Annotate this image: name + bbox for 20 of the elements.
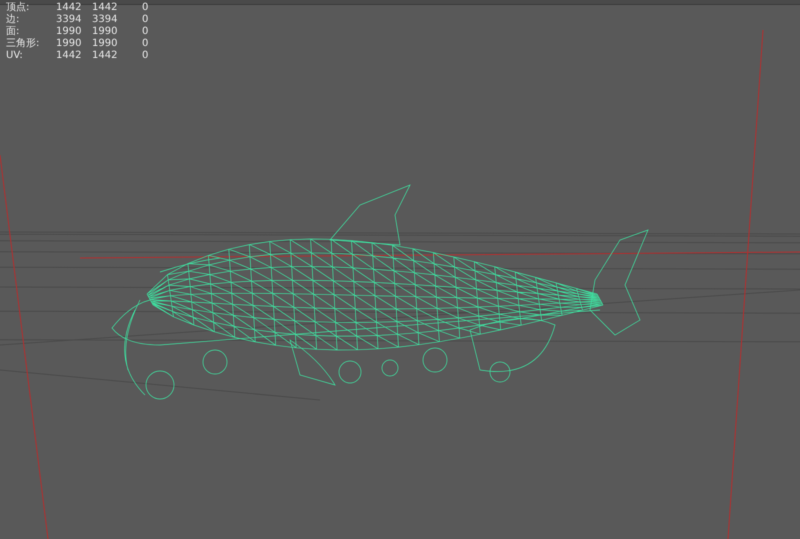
stat-value: 0 bbox=[142, 14, 150, 25]
stat-value: 1442 bbox=[56, 2, 82, 13]
stat-label: UV: bbox=[6, 50, 24, 61]
stat-value: 1442 bbox=[92, 50, 118, 61]
stat-label: 面: bbox=[6, 26, 20, 37]
stat-value: 0 bbox=[142, 50, 150, 61]
stat-value: 1990 bbox=[92, 26, 118, 37]
stat-label: 顶点: bbox=[6, 2, 30, 13]
stat-value: 3394 bbox=[56, 14, 82, 25]
stat-value: 0 bbox=[142, 2, 150, 13]
stat-value: 1990 bbox=[56, 26, 82, 37]
stat-label: 三角形: bbox=[6, 38, 40, 49]
stat-value: 1442 bbox=[56, 50, 82, 61]
stat-label: 边: bbox=[6, 14, 20, 25]
stat-value: 0 bbox=[142, 38, 150, 49]
stat-value: 1442 bbox=[92, 2, 118, 13]
stat-value: 0 bbox=[142, 26, 150, 37]
stat-value: 1990 bbox=[92, 38, 118, 49]
stat-value: 3394 bbox=[92, 14, 118, 25]
stat-value: 1990 bbox=[56, 38, 82, 49]
